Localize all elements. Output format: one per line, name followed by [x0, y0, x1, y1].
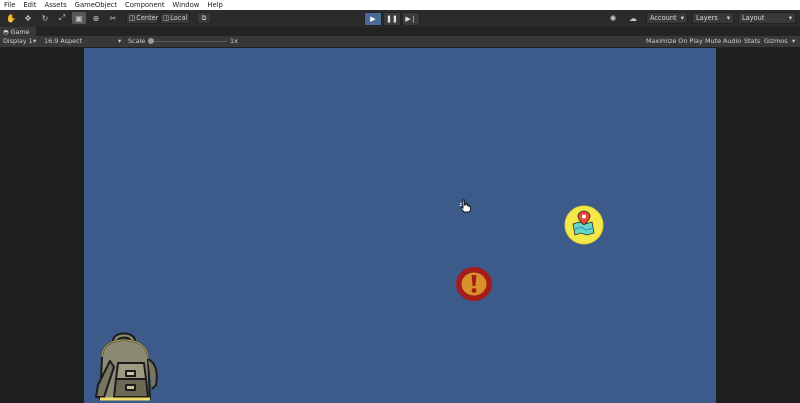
chevron-down-icon: ▾: [726, 14, 730, 22]
scale-value: 1x: [230, 37, 238, 45]
chevron-down-icon: ▾: [33, 37, 37, 45]
pivot-mode-label: Center: [136, 14, 159, 22]
menu-edit[interactable]: Edit: [19, 0, 40, 10]
hand-tool-icon[interactable]: ✋: [4, 12, 18, 24]
game-view-options: Display 1 ▾ 16:9 Aspect ▾ Scale 1x Maxim…: [0, 36, 800, 48]
scale-slider-track[interactable]: [152, 41, 227, 42]
pointer-cursor-icon: [459, 199, 471, 213]
scale-tool-icon[interactable]: ⤢: [55, 12, 69, 24]
menu-gameobject[interactable]: GameObject: [71, 0, 121, 10]
grid-snap-icon: ⧉: [201, 13, 207, 22]
collab-icon[interactable]: ✺: [606, 12, 620, 24]
letterbox-left: [0, 48, 84, 403]
tab-game-label: Game: [10, 27, 30, 36]
layout-label: Layout: [742, 14, 765, 22]
local-icon: ◫: [163, 14, 170, 22]
game-viewport[interactable]: [84, 48, 716, 403]
play-controls: ▶ ❚❚ ▶❘: [364, 12, 421, 26]
account-label: Account: [650, 14, 677, 22]
display-dropdown[interactable]: Display 1: [3, 36, 33, 47]
scale-slider-handle[interactable]: [148, 38, 154, 44]
rotate-tool-icon[interactable]: ↻: [38, 12, 52, 24]
game-controller-icon: ◓: [3, 27, 9, 36]
letterbox-right: [716, 48, 800, 403]
step-icon: ▶❘: [405, 15, 417, 23]
menu-assets[interactable]: Assets: [41, 0, 71, 10]
tab-game[interactable]: ◓ Game: [0, 27, 36, 36]
menu-bar: File Edit Assets GameObject Component Wi…: [0, 0, 800, 10]
layers-dropdown[interactable]: Layers ▾: [692, 12, 734, 24]
map-location-icon[interactable]: [564, 205, 604, 245]
transform-tool-icon[interactable]: ⊕: [89, 12, 103, 24]
chevron-down-icon: ▾: [680, 14, 684, 22]
pivot-mode-button[interactable]: ◫ Center: [126, 12, 158, 24]
account-dropdown[interactable]: Account ▾: [646, 12, 688, 24]
custom-tool-icon[interactable]: ✂: [106, 12, 120, 24]
main-toolbar: ✋ ✥ ↻ ⤢ ▣ ⊕ ✂ ◫ Center ◫ Local ⧉ ▶ ❚❚ ▶❘…: [0, 10, 800, 28]
grid-snap-button[interactable]: ⧉: [197, 12, 211, 24]
gizmos-dropdown[interactable]: Gizmos: [764, 36, 788, 47]
pivot-rotation-label: Local: [170, 14, 188, 22]
rect-tool-icon[interactable]: ▣: [72, 12, 86, 24]
alert-icon[interactable]: [455, 266, 493, 302]
menu-component[interactable]: Component: [121, 0, 168, 10]
backpack-icon[interactable]: [88, 327, 164, 403]
scale-label: Scale: [128, 37, 146, 45]
menu-window[interactable]: Window: [169, 0, 204, 10]
window-tab-strip: ◓ Game: [0, 27, 800, 36]
maximize-on-play-toggle[interactable]: Maximize On Play: [646, 36, 703, 47]
cloud-icon[interactable]: ☁: [626, 12, 640, 24]
layers-label: Layers: [696, 14, 718, 22]
step-button[interactable]: ▶❘: [402, 12, 420, 26]
pivot-icon: ◫: [129, 14, 136, 22]
menu-help[interactable]: Help: [203, 0, 227, 10]
pause-button[interactable]: ❚❚: [383, 12, 401, 26]
play-icon: ▶: [370, 15, 376, 23]
move-tool-icon[interactable]: ✥: [21, 12, 35, 24]
chevron-down-icon: ▾: [792, 37, 796, 45]
menu-file[interactable]: File: [0, 0, 19, 10]
chevron-down-icon: ▾: [788, 14, 792, 22]
aspect-dropdown[interactable]: 16:9 Aspect: [44, 36, 82, 47]
layout-dropdown[interactable]: Layout ▾: [738, 12, 796, 24]
pause-icon: ❚❚: [386, 15, 398, 23]
stats-toggle[interactable]: Stats: [744, 36, 760, 47]
pivot-rotation-button[interactable]: ◫ Local: [160, 12, 190, 24]
chevron-down-icon: ▾: [118, 37, 122, 45]
play-button[interactable]: ▶: [364, 12, 382, 26]
mute-audio-toggle[interactable]: Mute Audio: [705, 36, 741, 47]
